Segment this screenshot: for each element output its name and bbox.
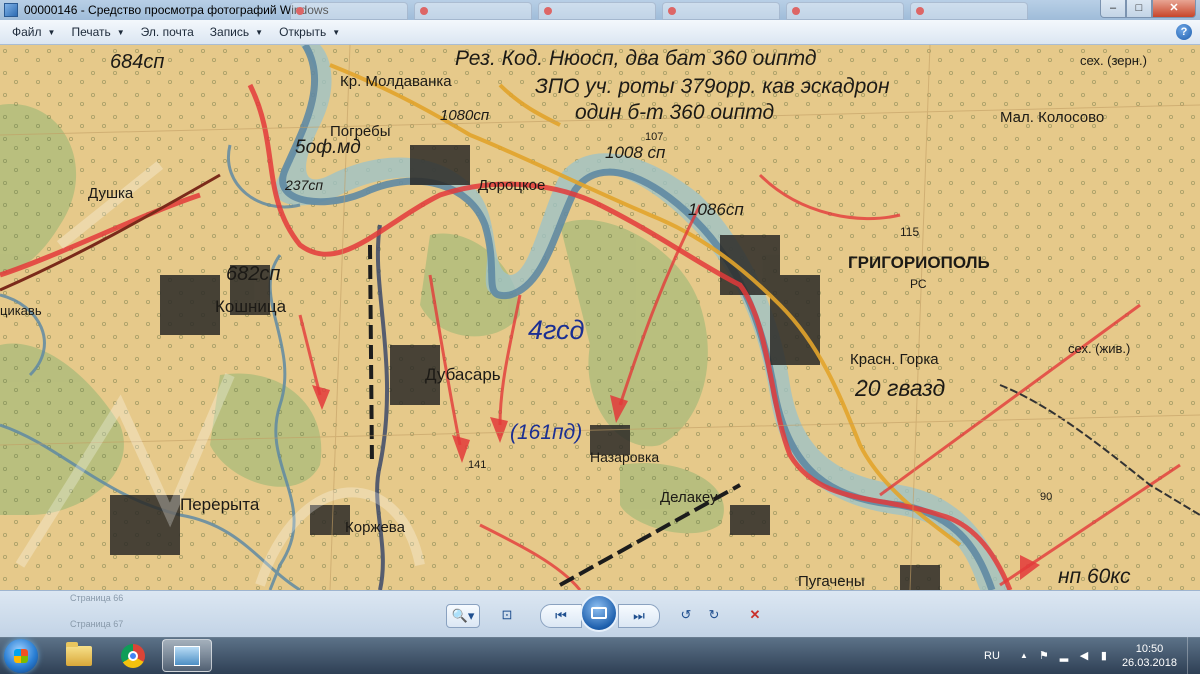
slideshow-button[interactable] [580,594,618,632]
menu-print-label: Печать [71,25,111,39]
ghost-tab [538,2,656,20]
menu-print[interactable]: Печать ▼ [71,25,124,39]
menu-file-label: Файл [12,25,42,39]
map-label: 107 [645,131,664,143]
minimize-button[interactable]: – [1100,0,1126,18]
map-label: Красн. Горка [850,351,939,368]
map-label: Делакеу [660,489,718,506]
ghost-tab [414,2,532,20]
slideshow-icon [591,607,607,619]
background-browser-tabs [290,0,1034,20]
show-desktop-button[interactable] [1187,637,1200,674]
ghost-tab [290,2,408,20]
menu-open-label: Открыть [279,25,327,39]
menu-open[interactable]: Открыть ▼ [279,25,340,39]
ghost-tab [786,2,904,20]
map-label: 90 [1040,491,1053,503]
map-label: 684сп [110,51,165,73]
taskbar-chrome[interactable] [108,639,158,672]
menu-email[interactable]: Эл. почта [141,25,194,39]
map-label: 1080сп [440,107,490,124]
close-button[interactable]: ✕ [1152,0,1196,18]
map-label: Кр. Молдаванка [340,73,452,90]
viewer-control-bar: Страница 66 Страница 67 🔍▾ ⊡ ⏮ ⏭ ↺ ↻ ✕ [0,590,1200,638]
folder-icon [66,641,92,666]
map-label: 1086сп [688,200,744,219]
map-label: 115 [900,225,920,239]
map-label: ГРИГОРИОПОЛЬ [848,253,990,272]
map-label: 682сп [226,263,281,285]
menu-file[interactable]: Файл ▼ [12,25,55,39]
zoom-icon[interactable]: 🔍▾ [446,604,480,628]
power-icon[interactable]: ▮ [1098,650,1110,662]
map-label: цикавь [0,303,42,318]
map-label: Кошница [215,297,287,316]
taskbar: RU ▲ ⚑ ▂ ◀ ▮ 10:50 26.03.2018 [0,637,1200,674]
map-label: 141 [468,459,487,471]
map-label: сех. (зерн.) [1080,53,1147,68]
maximize-button[interactable]: □ [1126,0,1152,18]
chrome-icon [121,643,145,668]
action-center-icon[interactable]: ⚑ [1038,650,1050,662]
clock-time: 10:50 [1135,642,1164,655]
chevron-down-icon: ▼ [255,27,264,37]
start-button[interactable] [4,639,38,673]
delete-icon[interactable]: ✕ [744,604,766,626]
system-tray: RU ▲ ⚑ ▂ ◀ ▮ 10:50 26.03.2018 [984,637,1200,674]
clock[interactable]: 10:50 26.03.2018 [1122,642,1177,670]
chevron-down-icon: ▼ [116,27,125,37]
ghost-tab [662,2,780,20]
window-title: 00000146 - Средство просмотра фотографий… [24,3,329,17]
fit-to-window-icon[interactable]: ⊡ [494,604,520,626]
map-label: Дороцкое [478,177,546,194]
volume-icon[interactable]: ◀ [1078,650,1090,662]
map-label: 1008 сп [605,143,666,162]
map-label: 237сп [285,177,324,193]
menu-burn-label: Запись [209,25,250,39]
photo-viewer-icon [174,645,200,666]
map-label: сех. (жив.) [1068,341,1131,356]
taskbar-explorer[interactable] [54,639,104,672]
map-label: РС [910,277,927,291]
map-label: один б-т 360 оиптд [575,101,775,124]
help-icon[interactable]: ? [1176,24,1192,40]
map-label: ЗПО уч. роты 379орр. кав эскадрон [535,75,890,98]
show-hidden-icons-icon[interactable]: ▲ [1018,650,1030,662]
window-controls: – □ ✕ [1100,0,1196,18]
menu-bar: Файл ▼ Печать ▼ Эл. почта Запись ▼ Открыть ▼… [0,20,1200,45]
taskbar-photo-viewer[interactable] [162,639,212,672]
map-label: Дубасарь [425,365,501,384]
network-icon[interactable]: ▂ [1058,650,1070,662]
photo-viewport[interactable]: 684сп Рез. Код. Нюосп, два бат 360 оиптд… [0,45,1200,590]
map-label: 4гсд [528,315,585,345]
chevron-down-icon: ▼ [47,27,56,37]
ghost-tab [910,2,1028,20]
menu-email-label: Эл. почта [140,25,194,39]
map-label: Назаровка [590,449,660,465]
map-label: Душка [88,185,134,202]
ghost-background-text: Страница 66 [70,593,124,603]
map-label: нп 60кс [1058,565,1131,588]
ghost-background-text: Страница 67 [70,619,124,629]
rotate-right-icon[interactable]: ↻ [704,604,724,626]
map-label: Мал. Колосово [1000,109,1105,126]
map-label: 20 гвазд [855,375,946,401]
map-label: Рез. Код. Нюосп, два бат 360 оиптд [455,47,817,70]
map-label: (161пд) [510,421,583,444]
map-label: Коржева [345,519,405,536]
rotate-left-icon[interactable]: ↺ [676,604,696,626]
next-icon[interactable]: ⏭ [618,604,660,628]
previous-icon[interactable]: ⏮ [540,604,582,628]
map-label: Перерыта [180,495,260,514]
language-indicator[interactable]: RU [984,650,1000,662]
photo-viewer-icon [4,3,18,17]
map-label: Пугачены [798,573,865,590]
title-bar: 00000146 - Средство просмотра фотографий… [0,0,1200,20]
menu-burn[interactable]: Запись ▼ [210,25,263,39]
clock-date: 26.03.2018 [1121,656,1177,669]
map-label: 5оф.мд [295,137,361,158]
chevron-down-icon: ▼ [332,27,341,37]
